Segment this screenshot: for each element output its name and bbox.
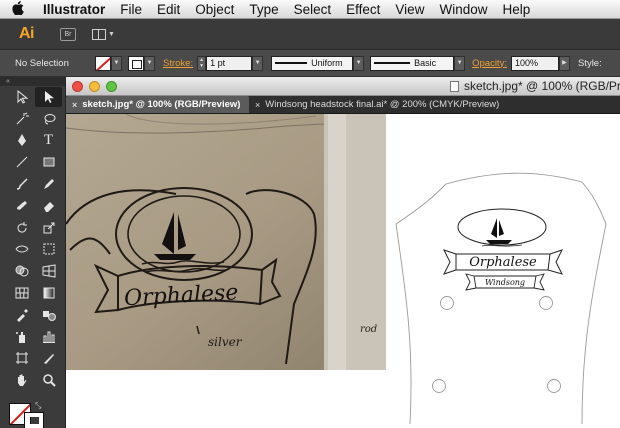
- placed-sketch-image[interactable]: Orphalese silver rod: [66, 114, 386, 370]
- stroke-weight-field[interactable]: 1 pt: [206, 55, 253, 71]
- mesh-tool-icon[interactable]: [8, 283, 35, 303]
- menu-illustrator[interactable]: Illustrator: [36, 2, 113, 17]
- document-tabs: × sketch.jpg* @ 100% (RGB/Preview) × Win…: [66, 96, 620, 114]
- sketch-note-silver: silver: [208, 335, 243, 349]
- chevron-down-icon: ▼: [108, 30, 115, 38]
- selection-tool-icon[interactable]: [8, 87, 35, 107]
- zoom-window-button[interactable]: [106, 80, 117, 92]
- bridge-button[interactable]: Br: [60, 27, 76, 41]
- stroke-swatch[interactable]: [128, 55, 144, 71]
- stroke-color-dropdown[interactable]: ▼: [144, 55, 155, 71]
- blend-tool-icon[interactable]: [35, 305, 62, 325]
- profile-label: Uniform: [311, 58, 343, 68]
- blob-brush-tool-icon[interactable]: [8, 196, 35, 216]
- fill-dropdown[interactable]: ▼: [111, 55, 122, 71]
- symbol-sprayer-tool-icon[interactable]: [8, 327, 35, 347]
- opacity-panel-link[interactable]: Opacity:: [472, 58, 507, 69]
- hand-tool-icon[interactable]: [8, 370, 35, 390]
- vector-boat-name: Orphalese: [469, 255, 537, 270]
- application-bar: Ai Br ▼: [0, 19, 620, 50]
- tools-panel: « T ⤡: [0, 77, 66, 428]
- fill-swatch[interactable]: [95, 55, 111, 71]
- minimize-window-button[interactable]: [89, 80, 100, 92]
- free-transform-tool-icon[interactable]: [35, 239, 62, 259]
- tab-label: sketch.jpg* @ 100% (RGB/Preview): [82, 99, 241, 110]
- vector-headstock-artwork[interactable]: Orphalese Windsong: [386, 114, 620, 428]
- menu-effect[interactable]: Effect: [339, 2, 388, 17]
- arrange-grid-icon: [92, 28, 106, 40]
- sketch-note-rod: rod: [360, 324, 377, 335]
- opacity-dropdown[interactable]: ▶: [558, 55, 570, 71]
- document-window: sketch.jpg* @ 100% (RGB/Preview) × sketc…: [66, 77, 620, 428]
- stroke-weight-dropdown[interactable]: ▼: [252, 55, 264, 71]
- apple-menu-icon[interactable]: [0, 0, 36, 18]
- direct-selection-tool-icon[interactable]: [35, 86, 62, 107]
- close-tab-icon[interactable]: ×: [72, 100, 77, 110]
- menu-help[interactable]: Help: [495, 2, 538, 17]
- perspective-grid-tool-icon[interactable]: [35, 261, 62, 281]
- artboard-tool-icon[interactable]: [8, 348, 35, 368]
- brush-label: Basic: [414, 58, 437, 68]
- paintbrush-tool-icon[interactable]: [8, 174, 35, 194]
- gradient-tool-icon[interactable]: [35, 283, 62, 303]
- close-tab-icon[interactable]: ×: [255, 100, 260, 110]
- type-tool-icon[interactable]: T: [35, 130, 62, 150]
- eyedropper-tool-icon[interactable]: [8, 305, 35, 325]
- width-tool-icon[interactable]: [8, 239, 35, 259]
- selection-status: No Selection: [15, 57, 69, 69]
- eraser-tool-icon[interactable]: [35, 196, 62, 216]
- rectangle-tool-icon[interactable]: [35, 152, 62, 172]
- profile-dropdown[interactable]: ▼: [353, 55, 365, 71]
- magic-wand-tool-icon[interactable]: [8, 109, 35, 129]
- zoom-tool-icon[interactable]: [35, 370, 62, 390]
- window-title-text: sketch.jpg* @ 100% (RGB/Preview): [464, 79, 620, 93]
- brush-dropdown[interactable]: ▼: [454, 55, 466, 71]
- line-segment-tool-icon[interactable]: [8, 152, 35, 172]
- slice-tool-icon[interactable]: [35, 348, 62, 368]
- control-bar: No Selection ▼ ▼ Stroke: ▲ ▼ 1 pt ▼ Unifo…: [0, 50, 620, 77]
- window-title: sketch.jpg* @ 100% (RGB/Preview): [450, 79, 620, 93]
- stroke-swatch-white[interactable]: [24, 412, 44, 428]
- lasso-tool-icon[interactable]: [35, 109, 62, 129]
- tab-label: Windsong headstock final.ai* @ 200% (CMY…: [265, 99, 500, 110]
- brush-definition[interactable]: Basic: [370, 55, 455, 71]
- stroke-panel-link[interactable]: Stroke:: [163, 58, 193, 69]
- fill-stroke-widget[interactable]: ⤡: [9, 401, 55, 428]
- scale-tool-icon[interactable]: [35, 218, 62, 238]
- window-titlebar: sketch.jpg* @ 100% (RGB/Preview): [66, 77, 620, 96]
- close-window-button[interactable]: [72, 80, 83, 92]
- pen-tool-icon[interactable]: [8, 130, 35, 150]
- menu-file[interactable]: File: [113, 2, 150, 17]
- variable-width-profile[interactable]: Uniform: [271, 55, 354, 71]
- opacity-field[interactable]: 100%: [510, 55, 559, 71]
- menu-type[interactable]: Type: [242, 2, 286, 17]
- profile-line-icon: [275, 62, 308, 64]
- menu-object[interactable]: Object: [188, 2, 242, 17]
- brush-line-icon: [374, 62, 411, 64]
- swap-arrow-icon[interactable]: ⤡: [35, 401, 41, 411]
- illustrator-logo: Ai: [19, 25, 35, 42]
- arrange-documents-button[interactable]: ▼: [92, 28, 115, 40]
- artboard-canvas[interactable]: Orphalese silver rod Orphalese Windsong: [66, 114, 620, 428]
- stroke-weight-stepper[interactable]: ▲ ▼: [197, 55, 207, 71]
- menu-edit[interactable]: Edit: [150, 2, 188, 17]
- pencil-tool-icon[interactable]: [35, 174, 62, 194]
- document-icon: [450, 80, 459, 92]
- menu-select[interactable]: Select: [287, 2, 340, 17]
- tab-windsong-headstock[interactable]: × Windsong headstock final.ai* @ 200% (C…: [249, 96, 505, 113]
- vector-sub-name: Windsong: [485, 278, 525, 287]
- menu-bar: Illustrator File Edit Object Type Select…: [0, 0, 620, 19]
- column-graph-tool-icon[interactable]: [35, 327, 62, 347]
- shape-builder-tool-icon[interactable]: [8, 261, 35, 281]
- menu-view[interactable]: View: [388, 2, 432, 17]
- tab-sketch[interactable]: × sketch.jpg* @ 100% (RGB/Preview): [66, 96, 249, 113]
- rotate-tool-icon[interactable]: [8, 218, 35, 238]
- style-label: Style:: [577, 57, 602, 69]
- panel-collapse-icon[interactable]: «: [0, 77, 65, 86]
- menu-window[interactable]: Window: [432, 2, 495, 17]
